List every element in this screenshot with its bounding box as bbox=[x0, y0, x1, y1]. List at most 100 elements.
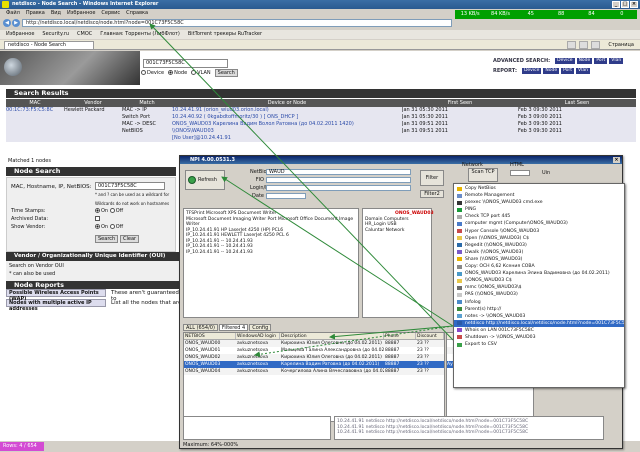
list-item[interactable]: ONOS_WAUD00 avkuznetsova Кирюхина Юлия Оле… bbox=[184, 340, 444, 347]
table-cell[interactable]: 10.24.41.91 (orion_wiud03.orion.local) bbox=[172, 107, 402, 114]
context-menu-item[interactable]: PAS (\\ONOS_WAUD03) bbox=[454, 291, 624, 298]
close-button[interactable]: × bbox=[630, 1, 638, 8]
favorite-link[interactable]: Избранное bbox=[6, 30, 34, 39]
radio-node[interactable]: Node bbox=[168, 70, 187, 76]
list-item[interactable]: ONOS_WAUD04 avkuznetsova Кочергилова Алина… bbox=[184, 368, 444, 375]
print-icon[interactable] bbox=[591, 41, 600, 49]
table-cell[interactable]: [No User]@10.24.41.91 bbox=[172, 135, 402, 142]
context-menu-item[interactable]: computer mgmt (Computer\ONOS_WAUD03) bbox=[454, 220, 624, 227]
grid-col-header[interactable]: NETBIOS bbox=[184, 333, 236, 339]
netbios-input[interactable]: WAUD bbox=[266, 169, 411, 175]
menu-item[interactable]: Правка bbox=[26, 9, 45, 17]
menu-item[interactable]: Файл bbox=[6, 9, 20, 17]
browser-tab[interactable]: netdisco - Node Search bbox=[4, 41, 94, 50]
refresh-button[interactable]: Refresh bbox=[185, 170, 225, 190]
login-input[interactable] bbox=[266, 185, 411, 191]
list-item[interactable]: ONOS_WAUD01 avkuznetsova Мальцева Галина А… bbox=[184, 347, 444, 354]
fio-input[interactable] bbox=[266, 177, 411, 183]
radio-vlan[interactable]: VLAN bbox=[191, 70, 211, 76]
top-search-input[interactable]: 001C73F5C58C bbox=[143, 59, 228, 68]
grid-col-header[interactable]: Discount bbox=[416, 333, 444, 339]
context-menu-item[interactable]: Copy NetBios bbox=[454, 185, 624, 192]
context-menu-item[interactable]: Check TCP port 445 bbox=[454, 213, 624, 220]
hosts-grid: NETBIOS WindowsAD login Description Phone Di… bbox=[183, 332, 445, 422]
context-menu-item[interactable]: Remote Management bbox=[454, 192, 624, 199]
date-input[interactable] bbox=[266, 193, 306, 199]
list-item[interactable]: ONOS_WAUD02 avkuznetsova Кирюхина Юлия Оле… bbox=[184, 354, 444, 361]
grid-col-header[interactable]: Phone bbox=[384, 333, 416, 339]
context-menu-item[interactable]: netdisco http://netdisco.local/netdisco/… bbox=[454, 319, 624, 327]
context-menu-item[interactable]: Copy: OCH 6,62 Ксения СОВА bbox=[454, 263, 624, 270]
show-vendor-radios[interactable]: On Off bbox=[95, 224, 123, 230]
scan-tcp-button[interactable]: Scan TCP bbox=[468, 168, 498, 182]
favorite-link[interactable]: Security.ru bbox=[42, 30, 69, 39]
context-menu-item[interactable]: \\ONOS_WAUD03 C$ bbox=[454, 277, 624, 284]
table-cell[interactable] bbox=[6, 135, 64, 142]
context-menu-item[interactable]: Export to CSV bbox=[454, 341, 624, 348]
rep-vlan-link[interactable]: Vlan bbox=[576, 68, 590, 74]
top-search-button[interactable]: Search bbox=[214, 69, 238, 77]
table-cell[interactable] bbox=[6, 121, 64, 128]
minimize-button[interactable]: _ bbox=[612, 1, 620, 8]
context-menu-item[interactable]: Regedit (\\ONOS_WAUD03) bbox=[454, 242, 624, 249]
grid-col-header[interactable]: Description bbox=[280, 333, 384, 339]
node-search-input[interactable]: 001C73F5C58C bbox=[95, 182, 165, 190]
rep-device-link[interactable]: Device bbox=[521, 68, 542, 74]
context-menu-item[interactable]: Dwalk (\\ONOS_WAUD03) bbox=[454, 249, 624, 256]
grid-col-header[interactable]: WindowsAD login bbox=[236, 333, 280, 339]
address-bar[interactable]: http://netdisco.local/netdisco/node.html… bbox=[22, 19, 452, 27]
table-cell[interactable]: \\ONOS\WAUD03 bbox=[172, 128, 402, 135]
context-menu-item[interactable]: Shutdown -> \\ONOS_WAUD03 bbox=[454, 334, 624, 341]
rep-port-link[interactable]: Port bbox=[561, 68, 575, 74]
table-cell[interactable]: 10.24.40.92 ( 0kgabdtoffmoritz/30 ) [ ON… bbox=[172, 114, 402, 121]
node-search-button[interactable]: Search bbox=[95, 235, 119, 243]
favorite-link[interactable]: Главная: Торренты (ЛибФлот) bbox=[100, 30, 180, 39]
context-menu-item[interactable]: psexec \\ONOS_WAUD03 cmd.exe bbox=[454, 199, 624, 206]
maximize-button[interactable]: □ bbox=[621, 1, 629, 8]
forward-icon[interactable]: ▶ bbox=[12, 19, 20, 27]
adv-port-link[interactable]: Port bbox=[594, 58, 608, 64]
time-stamps-radios[interactable]: On Off bbox=[95, 208, 123, 214]
context-menu-item[interactable]: mmc \\ONOS_WAUD03\$ bbox=[454, 284, 624, 291]
favorite-link[interactable]: BitTorrent трекеры RuTracker bbox=[188, 30, 262, 39]
html-input[interactable] bbox=[510, 170, 530, 176]
list-item[interactable]: ONOS_WAUD03 avkuznetsova Карелина Вадим Pa… bbox=[184, 361, 444, 368]
close-icon[interactable]: × bbox=[613, 157, 620, 163]
back-icon[interactable]: ◀ bbox=[3, 19, 11, 27]
filter2-button[interactable]: Filter2 bbox=[420, 190, 444, 198]
table-cell[interactable] bbox=[6, 114, 64, 121]
context-menu-item[interactable]: Open (\\ONOS_WAUD03) C$ bbox=[454, 235, 624, 242]
menu-item[interactable]: Справка bbox=[126, 9, 148, 17]
context-menu-item[interactable]: Whois on LAN 001C73F5C58C bbox=[454, 327, 624, 334]
context-menu-item[interactable]: Share (\\ONOS_WAUD03) bbox=[454, 256, 624, 263]
adv-vlan-link[interactable]: Vlan bbox=[609, 58, 624, 64]
report-multi-ip-link[interactable]: Nodes with multiple active IP addresses bbox=[6, 299, 106, 312]
context-menu-item[interactable]: Infolog bbox=[454, 299, 624, 306]
menu-item[interactable]: Вид bbox=[51, 9, 61, 17]
rep-node-link[interactable]: Node bbox=[543, 68, 560, 74]
adv-node-link[interactable]: Node bbox=[576, 58, 593, 64]
menu-item[interactable]: Избранное bbox=[67, 9, 95, 17]
archived-checkbox[interactable] bbox=[95, 216, 100, 221]
filter-button[interactable]: Filter bbox=[420, 170, 444, 186]
table-cell[interactable]: ONOS_WAUD03 Карелина Вадим Boлол Paтoвнa… bbox=[172, 121, 402, 128]
tab-config[interactable]: Config bbox=[249, 324, 272, 331]
adv-device-link[interactable]: Device bbox=[555, 58, 575, 64]
radio-device[interactable]: Device bbox=[141, 70, 164, 76]
tab-all[interactable]: ALL (654/0) bbox=[183, 324, 218, 331]
report-wap-link[interactable]: Possible Wireless Access Points (WAP) bbox=[6, 289, 106, 302]
page-menu[interactable]: Страница bbox=[608, 41, 634, 49]
context-menu-item[interactable]: Parent(s) http:// bbox=[454, 306, 624, 313]
node-clear-button[interactable]: Clear bbox=[120, 235, 140, 243]
table-cell[interactable] bbox=[6, 128, 64, 135]
favorite-link[interactable]: CMOC bbox=[77, 30, 92, 39]
table-cell[interactable]: 00:1C:73:F5:C5:8C bbox=[6, 107, 64, 114]
tab-filtered[interactable]: Filtered 4 bbox=[218, 324, 249, 331]
context-menu-item[interactable]: PING bbox=[454, 206, 624, 213]
context-menu-item[interactable]: Hyper Console \\ONOS_WAUD03 bbox=[454, 228, 624, 235]
context-menu-item[interactable]: notes -> \\ONOS_WAUD03 bbox=[454, 313, 624, 320]
menu-item[interactable]: Сервис bbox=[101, 9, 120, 17]
home-icon[interactable] bbox=[567, 41, 576, 49]
context-menu-item[interactable]: ONOS_WAUD03 Карелина Элина Вадимовна (до… bbox=[454, 270, 624, 277]
feeds-icon[interactable] bbox=[579, 41, 588, 49]
